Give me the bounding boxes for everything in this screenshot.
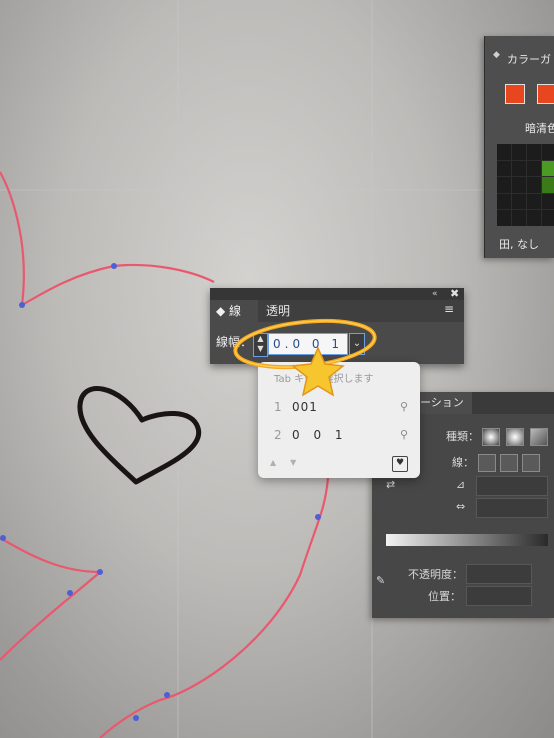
anchor-point[interactable] — [133, 715, 139, 721]
color-guide-panel: ◆ カラーガ 暗清色 田, なし — [484, 36, 554, 258]
grid-icon: 田, — [499, 238, 517, 251]
none-label: なし — [517, 238, 539, 251]
color-cell[interactable] — [542, 210, 554, 226]
stroke-gradient-button-1[interactable] — [478, 454, 496, 472]
color-cell[interactable] — [512, 177, 526, 193]
color-cell[interactable] — [542, 177, 554, 193]
angle-field[interactable] — [476, 476, 548, 496]
close-icon[interactable]: ✖ — [450, 288, 459, 300]
ime-hint: Tab キーで選択します — [274, 374, 374, 385]
position-label: 位置： — [428, 590, 461, 603]
candidate-index: 1 — [274, 400, 282, 414]
tab-gradient[interactable]: ーション — [412, 392, 472, 414]
opacity-field[interactable] — [466, 564, 532, 584]
color-cell[interactable] — [527, 210, 541, 226]
color-cell[interactable] — [497, 144, 511, 160]
selected-path-upper[interactable] — [0, 171, 215, 308]
color-cell[interactable] — [542, 144, 554, 160]
anchor-point[interactable] — [97, 569, 103, 575]
freeform-gradient-button[interactable] — [530, 428, 548, 446]
anchor-point[interactable] — [19, 302, 25, 308]
anchor-point[interactable] — [111, 263, 117, 269]
reverse-icon[interactable]: ⇄ — [386, 478, 395, 491]
weight-dropdown-chevron-icon[interactable]: ⌄ — [349, 333, 365, 355]
color-cell[interactable] — [512, 193, 526, 210]
color-cell[interactable] — [512, 160, 526, 177]
ime-candidate-popup: Tab キーで選択します 1 001 ⚲ 2 0 0 1 ⚲ ▲▼ ♥ — [258, 362, 420, 478]
harmony-color-swatch[interactable] — [537, 84, 554, 104]
anchor-point[interactable] — [315, 514, 321, 520]
stepper-down-icon[interactable]: ▼ — [254, 344, 267, 354]
stepper-up-icon[interactable]: ▲ — [254, 334, 267, 344]
color-cell[interactable] — [497, 193, 511, 210]
tab-transparency[interactable]: 透明 — [266, 300, 300, 322]
position-field[interactable] — [466, 586, 532, 606]
page-arrows-icon[interactable]: ▲▼ — [270, 458, 310, 467]
updown-chevron-icon: ◆ — [216, 304, 230, 318]
selected-path-lower-left[interactable] — [0, 537, 103, 661]
collapse-icon[interactable]: « — [432, 288, 438, 300]
anchor-point[interactable] — [164, 692, 170, 698]
panel-tabstrip: ◆ 線 透明 ≡ — [210, 300, 464, 322]
color-cell[interactable] — [512, 144, 526, 160]
search-icon[interactable]: ⚲ — [400, 428, 408, 441]
aspect-ratio-icon: ⇔ — [456, 500, 466, 513]
stroke-label: 線： — [452, 456, 474, 469]
color-variation-label: 暗清色 — [525, 122, 554, 135]
anchor-point[interactable] — [0, 535, 6, 541]
weight-input[interactable]: 0.0 0 1 — [268, 333, 348, 355]
color-cell[interactable] — [527, 177, 541, 193]
stroke-gradient-button-2[interactable] — [500, 454, 518, 472]
color-cell[interactable] — [527, 160, 541, 177]
panel-menu-icon[interactable]: ≡ — [444, 302, 454, 316]
color-cell[interactable] — [542, 193, 554, 210]
color-cell[interactable] — [497, 160, 511, 177]
anchor-point[interactable] — [67, 590, 73, 596]
stroke-panel: « ✖ ◆ 線 透明 ≡ 線幅： ▲ ▼ 0.0 0 1 ⌄ — [210, 288, 464, 364]
candidate-row[interactable]: 1 001 ⚲ — [272, 400, 408, 418]
heart-toggle-icon[interactable]: ♥ — [392, 456, 408, 472]
candidate-text: 001 — [292, 400, 318, 414]
weight-stepper[interactable]: ▲ ▼ — [253, 333, 268, 357]
candidate-row[interactable]: 2 0 0 1 ⚲ — [272, 428, 408, 446]
color-cell[interactable] — [512, 210, 526, 226]
base-color-swatch[interactable] — [505, 84, 525, 104]
tab-stroke-label: 線 — [229, 304, 242, 318]
color-cell[interactable] — [527, 144, 541, 160]
color-cell[interactable] — [527, 193, 541, 210]
eyedropper-icon[interactable]: ✎ — [376, 574, 385, 587]
opacity-label: 不透明度： — [408, 568, 463, 581]
selected-path-lower-right[interactable] — [99, 477, 330, 738]
color-variation-grid[interactable] — [497, 144, 554, 226]
radial-gradient-button[interactable] — [506, 428, 524, 446]
panel-collapse-chevron-icon[interactable]: ◆ — [493, 50, 500, 60]
stroke-gradient-button-3[interactable] — [522, 454, 540, 472]
none-option[interactable]: 田, なし — [499, 236, 539, 252]
candidate-text: 0 0 1 — [292, 428, 348, 442]
heart-shape[interactable] — [77, 386, 202, 485]
angle-icon: ⊿ — [456, 478, 466, 491]
color-cell[interactable] — [497, 210, 511, 226]
linear-gradient-button[interactable] — [482, 428, 500, 446]
search-icon[interactable]: ⚲ — [400, 400, 408, 413]
candidate-index: 2 — [274, 428, 282, 442]
panel-titlebar[interactable]: « ✖ — [210, 288, 464, 300]
aspect-ratio-field[interactable] — [476, 498, 548, 518]
color-cell[interactable] — [497, 177, 511, 193]
type-label: 種類： — [446, 430, 479, 443]
gradient-slider-bar[interactable] — [386, 534, 548, 546]
weight-label: 線幅： — [216, 335, 253, 349]
tab-stroke[interactable]: ◆ 線 — [210, 300, 258, 322]
panel-title: カラーガ — [507, 53, 551, 66]
color-cell[interactable] — [542, 160, 554, 177]
